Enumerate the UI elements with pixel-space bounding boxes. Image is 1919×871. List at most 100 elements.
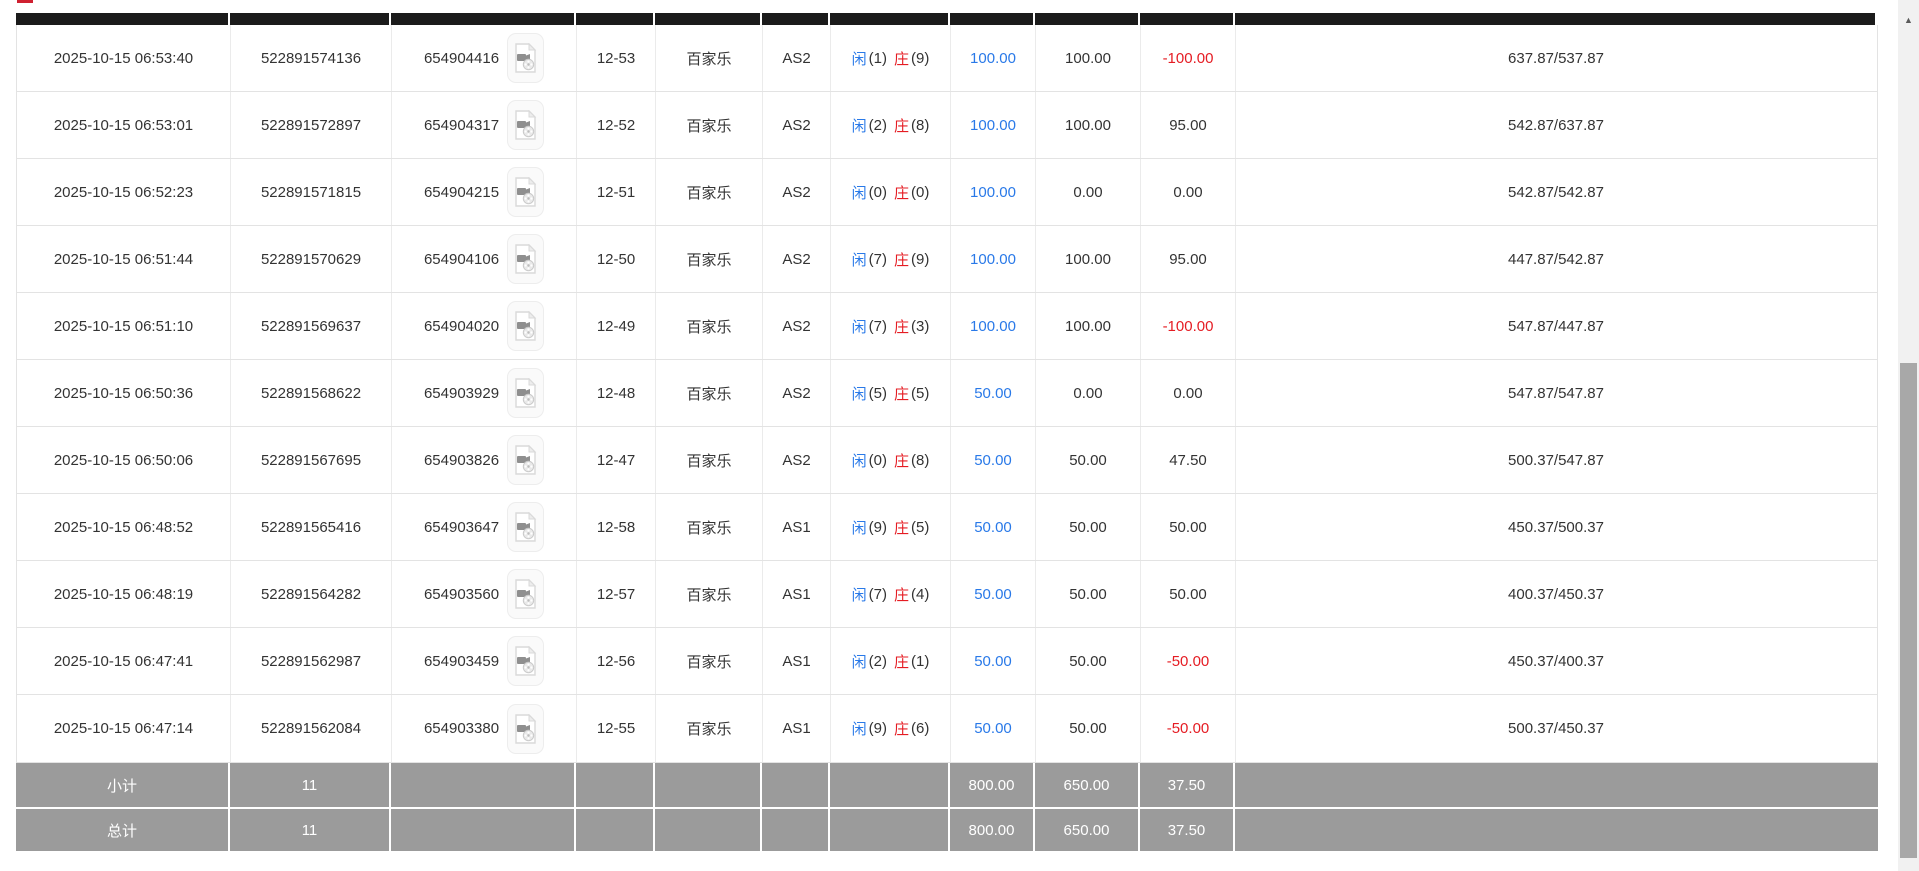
banker-label: 庄	[894, 517, 909, 538]
video-replay-icon	[514, 43, 537, 73]
banker-label: 庄	[894, 718, 909, 739]
footer-cell-game_name	[655, 763, 762, 807]
game-number: 654904106	[424, 251, 499, 268]
total-row: 总计11800.00650.0037.50	[16, 807, 1878, 851]
cell-valid_amount: 50.00	[1036, 494, 1141, 560]
bet-amount-link[interactable]: 100.00	[970, 117, 1016, 134]
header-cell-cutoff	[1035, 13, 1140, 25]
footer-cell-bet_id: 11	[230, 809, 391, 851]
bet-amount-link[interactable]: 100.00	[970, 251, 1016, 268]
video-replay-button[interactable]	[507, 100, 544, 150]
cell-round: 12-57	[577, 561, 656, 627]
valid-amount-value: 0.00	[1073, 385, 1102, 402]
video-replay-button[interactable]	[507, 704, 544, 754]
video-replay-icon	[514, 512, 537, 542]
cell-result: 闲(0)庄(8)	[831, 427, 951, 493]
cell-bet_amount: 50.00	[951, 561, 1036, 627]
bet-amount-link[interactable]: 50.00	[974, 452, 1012, 469]
time-value: 2025-10-15 06:47:14	[54, 720, 193, 737]
win-loss-value: 0.00	[1173, 385, 1202, 402]
scrollbar-thumb[interactable]	[1900, 363, 1917, 858]
video-replay-button[interactable]	[507, 33, 544, 83]
bet-amount-link[interactable]: 50.00	[974, 720, 1012, 737]
round-value: 12-50	[597, 251, 635, 268]
footer-count: 11	[302, 822, 318, 839]
cell-win_loss: 95.00	[1141, 92, 1236, 158]
player-points: (7)	[869, 251, 887, 268]
cell-game_no: 654903647	[392, 494, 577, 560]
banker-points: (9)	[911, 50, 929, 67]
header-cell-cutoff	[950, 13, 1035, 25]
banker-label: 庄	[894, 316, 909, 337]
cell-bet_id: 522891569637	[231, 293, 392, 359]
video-replay-button[interactable]	[507, 569, 544, 619]
bet-amount-link[interactable]: 100.00	[970, 318, 1016, 335]
win-loss-value: -100.00	[1163, 50, 1214, 67]
cell-result: 闲(9)庄(5)	[831, 494, 951, 560]
cell-bet_amount: 50.00	[951, 628, 1036, 694]
subtotal-row: 小计11800.00650.0037.50	[16, 763, 1878, 807]
footer-win_loss: 37.50	[1168, 777, 1206, 794]
table-header-row-cutoff	[16, 13, 1878, 25]
round-value: 12-57	[597, 586, 635, 603]
table-row: 2025-10-15 06:51:10522891569637654904020…	[17, 293, 1877, 360]
win-loss-value: -50.00	[1167, 720, 1210, 737]
footer-cell-game_no	[391, 809, 576, 851]
vertical-scrollbar[interactable]: ▲	[1898, 0, 1919, 871]
player-label: 闲	[852, 115, 867, 136]
bet-amount-link[interactable]: 50.00	[974, 519, 1012, 536]
cell-table_code: AS2	[763, 293, 831, 359]
video-replay-button[interactable]	[507, 301, 544, 351]
video-replay-button[interactable]	[507, 502, 544, 552]
valid-amount-value: 50.00	[1069, 653, 1107, 670]
cell-game_no: 654904215	[392, 159, 577, 225]
table-code-value: AS2	[782, 117, 810, 134]
win-loss-value: -100.00	[1163, 318, 1214, 335]
player-points: (7)	[869, 318, 887, 335]
cell-table_code: AS2	[763, 360, 831, 426]
table-row: 2025-10-15 06:48:52522891565416654903647…	[17, 494, 1877, 561]
round-value: 12-53	[597, 50, 635, 67]
bet-amount-link[interactable]: 50.00	[974, 385, 1012, 402]
banker-label: 庄	[894, 584, 909, 605]
cell-bet_id: 522891572897	[231, 92, 392, 158]
player-points: (1)	[869, 50, 887, 67]
cell-balance: 447.87/542.87	[1236, 226, 1876, 292]
bet-id-value: 522891562084	[261, 720, 361, 737]
cell-table_code: AS2	[763, 427, 831, 493]
footer-cell-round	[576, 809, 655, 851]
cell-table_code: AS1	[763, 628, 831, 694]
cell-bet_amount: 50.00	[951, 695, 1036, 762]
footer-cell-time: 总计	[16, 809, 230, 851]
header-cell-cutoff	[576, 13, 655, 25]
valid-amount-value: 100.00	[1065, 50, 1111, 67]
round-value: 12-49	[597, 318, 635, 335]
banker-points: (3)	[911, 318, 929, 335]
video-replay-button[interactable]	[507, 368, 544, 418]
bet-amount-link[interactable]: 100.00	[970, 184, 1016, 201]
table-code-value: AS1	[782, 720, 810, 737]
video-replay-button[interactable]	[507, 435, 544, 485]
bet-amount-link[interactable]: 50.00	[974, 586, 1012, 603]
game-name-value: 百家乐	[686, 115, 731, 136]
bet-amount-link[interactable]: 50.00	[974, 653, 1012, 670]
video-replay-button[interactable]	[507, 636, 544, 686]
cell-game_name: 百家乐	[656, 561, 763, 627]
banker-label: 庄	[894, 450, 909, 471]
video-replay-icon	[514, 646, 537, 676]
footer-cell-balance	[1235, 763, 1875, 807]
cutoff-red-indicator	[17, 0, 33, 3]
scrollbar-up-button[interactable]: ▲	[1898, 10, 1919, 30]
video-replay-button[interactable]	[507, 234, 544, 284]
win-loss-value: 95.00	[1169, 117, 1207, 134]
game-number: 654903826	[424, 452, 499, 469]
footer-label: 总计	[107, 820, 137, 841]
footer-cell-round	[576, 763, 655, 807]
footer-cell-time: 小计	[16, 763, 230, 807]
bet-amount-link[interactable]: 100.00	[970, 50, 1016, 67]
cell-valid_amount: 100.00	[1036, 92, 1141, 158]
video-replay-button[interactable]	[507, 167, 544, 217]
win-loss-value: 47.50	[1169, 452, 1207, 469]
table-row: 2025-10-15 06:47:41522891562987654903459…	[17, 628, 1877, 695]
cell-game_no: 654903929	[392, 360, 577, 426]
